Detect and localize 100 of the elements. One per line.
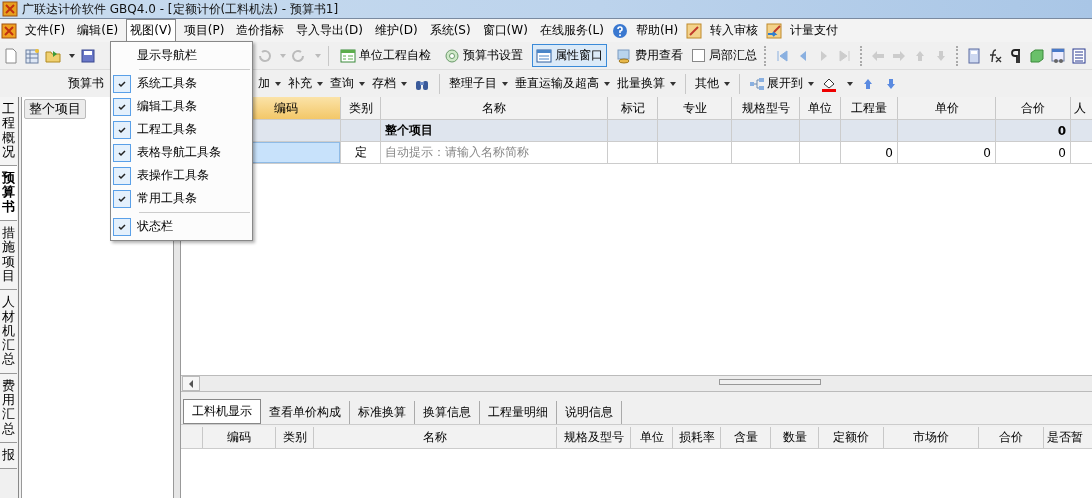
menu-item[interactable]: 造价指标: [232, 19, 289, 42]
dropdown-button[interactable]: 垂直运输及超高: [515, 75, 610, 92]
tree-icon: [749, 75, 765, 92]
caret-icon[interactable]: [847, 81, 853, 86]
column-header[interactable]: 数量: [771, 427, 819, 448]
toolbar-button[interactable]: 单位工程自检: [336, 44, 435, 67]
column-header[interactable]: 人: [1071, 97, 1092, 119]
first-page-icon[interactable]: [774, 47, 790, 64]
column-header[interactable]: 单位: [631, 427, 673, 448]
menu-item[interactable]: 导入导出(D): [292, 19, 367, 42]
side-tab[interactable]: 工程概况: [0, 97, 17, 167]
save-icon[interactable]: [80, 47, 96, 64]
column-header[interactable]: 标记: [608, 97, 658, 119]
menu-item[interactable]: 维护(D): [371, 19, 422, 42]
dropdown-button[interactable]: 存档: [372, 75, 407, 92]
caret-icon: [604, 81, 610, 86]
scroll-grip[interactable]: [719, 379, 821, 385]
calculator-icon[interactable]: [966, 47, 982, 64]
menu-item[interactable]: 系统(S): [425, 19, 475, 42]
checkbox-label: 局部汇总: [709, 47, 757, 64]
caret-icon: [808, 81, 814, 86]
column-header[interactable]: 名称: [314, 427, 557, 448]
caret-icon[interactable]: [69, 53, 75, 58]
tab[interactable]: 说明信息: [557, 401, 622, 424]
column-header[interactable]: 含量: [721, 427, 771, 448]
caret-icon: [275, 81, 281, 86]
formula-icon[interactable]: [987, 47, 1003, 64]
menu-item[interactable]: 帮助(H): [631, 19, 683, 42]
tab[interactable]: 工程量明细: [480, 401, 557, 424]
menu-option[interactable]: 编辑工具条: [137, 98, 197, 115]
dropdown-button[interactable]: 批量换算: [617, 75, 676, 92]
menu-option[interactable]: 系统工具条: [137, 75, 197, 92]
cube-icon[interactable]: [1029, 47, 1045, 64]
side-tab[interactable]: 措施项目: [0, 221, 17, 291]
app-logo-icon[interactable]: [1, 22, 17, 39]
table-cell: 定: [341, 142, 381, 163]
caret-icon: [359, 81, 365, 86]
column-header[interactable]: 编码: [203, 427, 276, 448]
undo-icon[interactable]: [256, 47, 272, 64]
column-header[interactable]: 市场价: [884, 427, 979, 448]
column-header[interactable]: 工程量: [841, 97, 898, 119]
column-header[interactable]: 专业: [658, 97, 732, 119]
column-header[interactable]: 类别: [276, 427, 314, 448]
dropdown-button[interactable]: 其他: [695, 75, 730, 92]
menu-item[interactable]: 计量支付: [786, 19, 843, 42]
dropdown-button[interactable]: 查询: [330, 75, 365, 92]
side-tab[interactable]: 费用汇总: [0, 373, 17, 443]
menu-item[interactable]: 视图(V): [126, 19, 176, 42]
menu-option[interactable]: 常用工具条: [137, 190, 197, 207]
menu-item[interactable]: 转入审核: [706, 19, 763, 42]
horizontal-scrollbar[interactable]: [181, 375, 1092, 392]
menu-item[interactable]: 窗口(W): [478, 19, 532, 42]
tab[interactable]: 工料机显示: [183, 399, 261, 424]
grid-document-icon[interactable]: [24, 47, 40, 64]
scroll-left-button[interactable]: [182, 376, 200, 391]
dropdown-button[interactable]: 加: [258, 75, 281, 92]
tab[interactable]: 换算信息: [415, 401, 480, 424]
menu-option[interactable]: 显示导航栏: [137, 47, 197, 64]
column-header[interactable]: 单价: [898, 97, 996, 119]
tree-item[interactable]: 整个项目: [24, 99, 86, 119]
column-header[interactable]: 类别: [341, 97, 381, 119]
toolbar-button[interactable]: 属性窗口: [532, 44, 607, 67]
new-document-icon[interactable]: [3, 47, 19, 64]
report-icon[interactable]: [1050, 47, 1066, 64]
dropdown-button[interactable]: 补充: [288, 75, 323, 92]
caret-icon: [401, 81, 407, 86]
list-icon[interactable]: [1071, 47, 1087, 64]
expand-to-button[interactable]: 展开到: [749, 75, 814, 92]
column-header[interactable]: 定额价: [819, 427, 884, 448]
window-icon: [536, 47, 552, 64]
side-tab[interactable]: 预算书: [0, 166, 17, 222]
column-header[interactable]: 合价: [979, 427, 1044, 448]
column-header[interactable]: 名称: [381, 97, 608, 119]
column-header[interactable]: 损耗率: [673, 427, 721, 448]
dropdown-button[interactable]: 整理子目: [449, 75, 508, 92]
menu-option[interactable]: 表操作工具条: [137, 167, 209, 184]
column-header[interactable]: 合价: [996, 97, 1071, 119]
tab[interactable]: 标准换算: [350, 401, 415, 424]
menu-item[interactable]: 项目(P): [179, 19, 229, 42]
side-tab[interactable]: 报: [0, 442, 17, 470]
tab[interactable]: 查看单价构成: [261, 401, 350, 424]
audit-icon[interactable]: [686, 22, 703, 39]
menu-option[interactable]: 表格导航工具条: [137, 144, 221, 161]
checklist-icon: [340, 47, 356, 64]
menu-option[interactable]: 状态栏: [137, 218, 173, 235]
menu-item[interactable]: 文件(F): [21, 19, 70, 42]
menu-item[interactable]: 编辑(E): [73, 19, 123, 42]
column-header[interactable]: 是否暂: [1044, 427, 1092, 448]
help-icon[interactable]: [611, 22, 628, 39]
checkbox[interactable]: [692, 49, 705, 62]
toolbar-button[interactable]: 费用查看: [612, 44, 687, 67]
redo-icon[interactable]: [291, 47, 307, 64]
column-header[interactable]: 规格及型号: [557, 427, 631, 448]
menu-option[interactable]: 工程工具条: [137, 121, 197, 138]
side-tab[interactable]: 人材机汇总: [0, 290, 17, 374]
caret-icon: [502, 81, 508, 86]
column-header[interactable]: 规格型号: [732, 97, 800, 119]
toolbar-button[interactable]: 预算书设置: [440, 44, 527, 67]
column-header[interactable]: 单位: [800, 97, 841, 119]
menu-item[interactable]: 在线服务(L): [535, 19, 608, 42]
